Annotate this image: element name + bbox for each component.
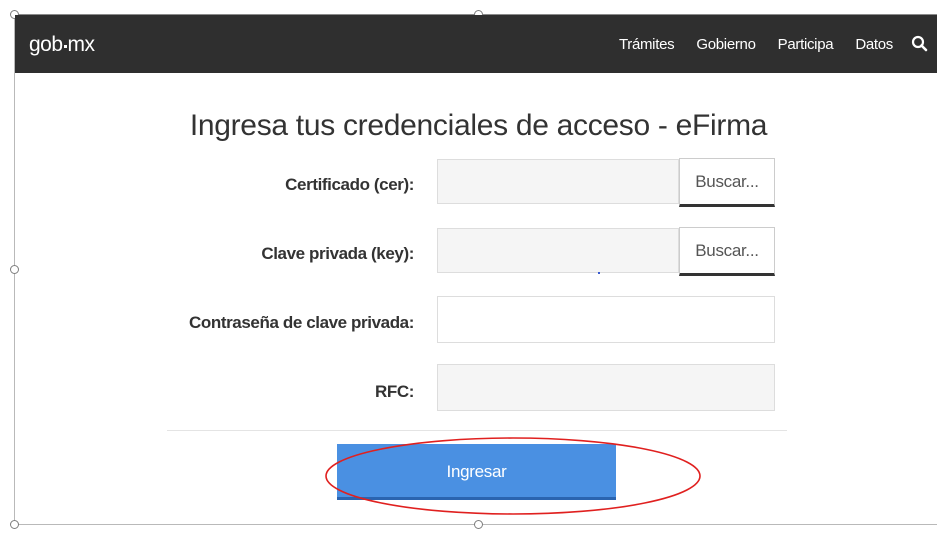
nav-item-participa[interactable]: Participa [778, 36, 834, 53]
resize-handle[interactable] [10, 265, 19, 274]
private-key-label: Clave privada (key): [261, 244, 414, 263]
password-label: Contraseña de clave privada: [188, 313, 414, 332]
nav-menu: Trámites Gobierno Participa Datos [597, 15, 937, 73]
rfc-input[interactable] [437, 364, 775, 411]
certificate-label: Certificado (cer): [285, 175, 414, 194]
password-input[interactable] [437, 296, 775, 343]
gobmx-logo[interactable]: gob mx [29, 33, 95, 57]
rfc-label: RFC: [375, 382, 414, 401]
private-key-file-field[interactable] [437, 228, 679, 273]
logo-text-gob: gob [29, 33, 63, 56]
certificate-browse-button[interactable]: Buscar... [679, 158, 775, 207]
logo-text-mx: mx [67, 33, 96, 56]
nav-item-tramites[interactable]: Trámites [619, 36, 675, 53]
private-key-browse-button[interactable]: Buscar... [679, 227, 775, 276]
certificate-file-field[interactable] [437, 159, 679, 204]
cursor-speck [598, 272, 600, 274]
resize-handle[interactable] [10, 520, 19, 529]
nav-item-gobierno[interactable]: Gobierno [696, 36, 756, 53]
ingresar-button[interactable]: Ingresar [337, 444, 616, 500]
search-icon[interactable] [911, 35, 929, 53]
page-title: Ingresa tus credenciales de acceso - eFi… [189, 109, 768, 142]
top-navbar: gob mx Trámites Gobierno Participa Datos [15, 15, 937, 73]
logo-dot [63, 45, 67, 48]
resize-handle[interactable] [474, 520, 483, 529]
form-divider [167, 430, 787, 431]
nav-item-datos[interactable]: Datos [855, 36, 893, 53]
